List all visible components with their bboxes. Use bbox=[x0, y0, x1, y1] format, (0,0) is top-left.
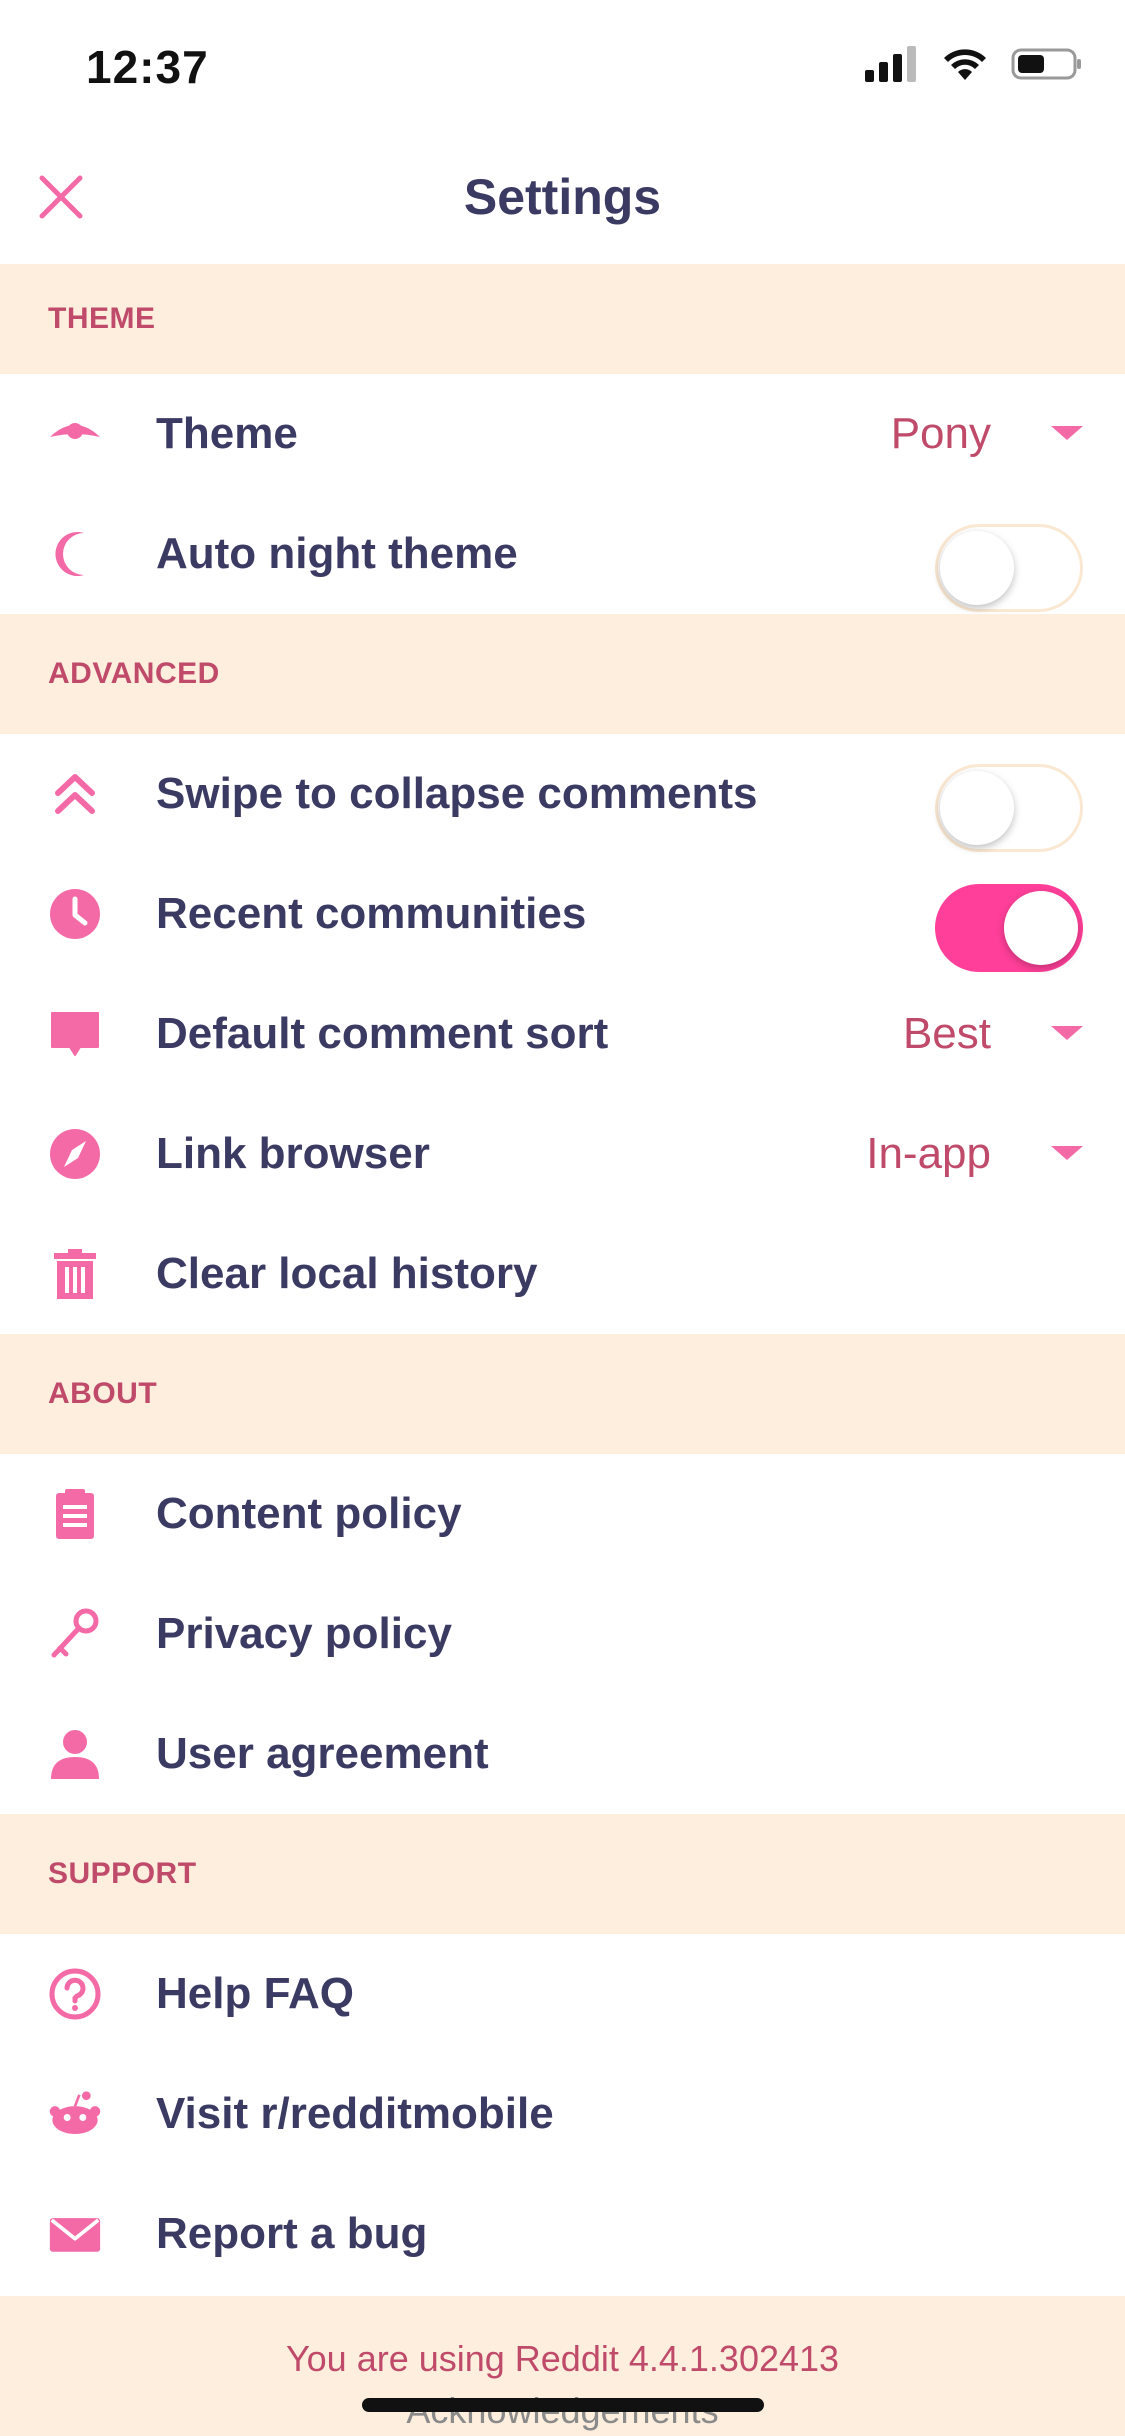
comment-icon bbox=[48, 1007, 102, 1061]
status-bar: 12:37 bbox=[0, 0, 1125, 140]
mail-icon bbox=[48, 2207, 102, 2261]
signal-icon bbox=[865, 46, 916, 82]
setting-label-report-bug: Report a bug bbox=[156, 2209, 428, 2258]
chevron-down-icon[interactable] bbox=[1051, 1026, 1083, 1040]
battery-icon bbox=[1011, 48, 1081, 80]
setting-label-visit-subreddit: Visit r/redditmobile bbox=[156, 2089, 554, 2138]
setting-row-swipe-collapse: Swipe to collapse comments bbox=[0, 734, 1125, 854]
setting-row-recent-communities: Recent communities bbox=[0, 854, 1125, 974]
nav-header: Settings bbox=[0, 140, 1125, 264]
swipe-collapse-toggle[interactable] bbox=[935, 764, 1083, 852]
setting-row-clear-history[interactable]: Clear local history bbox=[0, 1214, 1125, 1334]
setting-label-privacy-policy: Privacy policy bbox=[156, 1609, 452, 1658]
footer: You are using Reddit 4.4.1.302413 Acknow… bbox=[0, 2296, 1125, 2436]
setting-label-user-agreement: User agreement bbox=[156, 1729, 489, 1778]
setting-label-default-comment-sort: Default comment sort bbox=[156, 1009, 609, 1058]
setting-row-default-comment-sort[interactable]: Default comment sort Best bbox=[0, 974, 1125, 1094]
moon-icon bbox=[48, 527, 102, 581]
setting-row-link-browser[interactable]: Link browser In-app bbox=[0, 1094, 1125, 1214]
toggle-knob bbox=[940, 531, 1014, 605]
compass-icon bbox=[48, 1127, 102, 1181]
setting-label-link-browser: Link browser bbox=[156, 1129, 430, 1178]
section-header-support: SUPPORT bbox=[0, 1814, 1125, 1934]
setting-label-help-faq: Help FAQ bbox=[156, 1969, 355, 2018]
chevron-down-icon[interactable] bbox=[1051, 1146, 1083, 1160]
setting-label-auto-night-theme: Auto night theme bbox=[156, 529, 518, 578]
setting-row-report-bug[interactable]: Report a bug bbox=[0, 2174, 1125, 2294]
setting-value-theme[interactable]: Pony bbox=[891, 374, 991, 494]
auto-night-theme-toggle[interactable] bbox=[935, 524, 1083, 612]
setting-row-help-faq[interactable]: Help FAQ bbox=[0, 1934, 1125, 2054]
setting-value-default-comment-sort[interactable]: Best bbox=[903, 974, 991, 1094]
person-icon bbox=[48, 1727, 102, 1781]
key-icon bbox=[48, 1607, 102, 1661]
clock-icon bbox=[48, 887, 102, 941]
trash-icon bbox=[48, 1247, 102, 1301]
setting-label-clear-history: Clear local history bbox=[156, 1249, 538, 1298]
section-header-advanced: ADVANCED bbox=[0, 614, 1125, 734]
setting-label-recent-communities: Recent communities bbox=[156, 889, 587, 938]
setting-label-swipe-collapse: Swipe to collapse comments bbox=[156, 769, 758, 818]
setting-value-link-browser[interactable]: In-app bbox=[866, 1094, 991, 1214]
setting-row-theme[interactable]: Theme Pony bbox=[0, 374, 1125, 494]
setting-row-content-policy[interactable]: Content policy bbox=[0, 1454, 1125, 1574]
toggle-knob bbox=[1004, 891, 1078, 965]
setting-row-visit-subreddit[interactable]: Visit r/redditmobile bbox=[0, 2054, 1125, 2174]
setting-row-auto-night-theme: Auto night theme bbox=[0, 494, 1125, 614]
setting-label-theme: Theme bbox=[156, 409, 298, 458]
double-chevron-up-icon bbox=[48, 767, 102, 821]
setting-label-content-policy: Content policy bbox=[156, 1489, 462, 1538]
eye-icon bbox=[48, 407, 102, 461]
section-header-theme: THEME bbox=[0, 264, 1125, 374]
help-icon bbox=[48, 1967, 102, 2021]
setting-row-user-agreement[interactable]: User agreement bbox=[0, 1694, 1125, 1814]
status-icons bbox=[865, 46, 1083, 82]
recent-communities-toggle[interactable] bbox=[935, 884, 1083, 972]
status-time: 12:37 bbox=[86, 41, 209, 93]
section-header-about: ABOUT bbox=[0, 1334, 1125, 1454]
version-text: You are using Reddit 4.4.1.302413 bbox=[285, 2338, 840, 2379]
clipboard-icon bbox=[48, 1487, 102, 1541]
home-indicator[interactable] bbox=[362, 2398, 764, 2412]
setting-row-privacy-policy[interactable]: Privacy policy bbox=[0, 1574, 1125, 1694]
page-title: Settings bbox=[463, 169, 662, 225]
chevron-down-icon[interactable] bbox=[1051, 426, 1083, 440]
reddit-alien-icon bbox=[48, 2087, 102, 2141]
wifi-icon bbox=[944, 49, 986, 80]
toggle-knob bbox=[940, 771, 1014, 845]
